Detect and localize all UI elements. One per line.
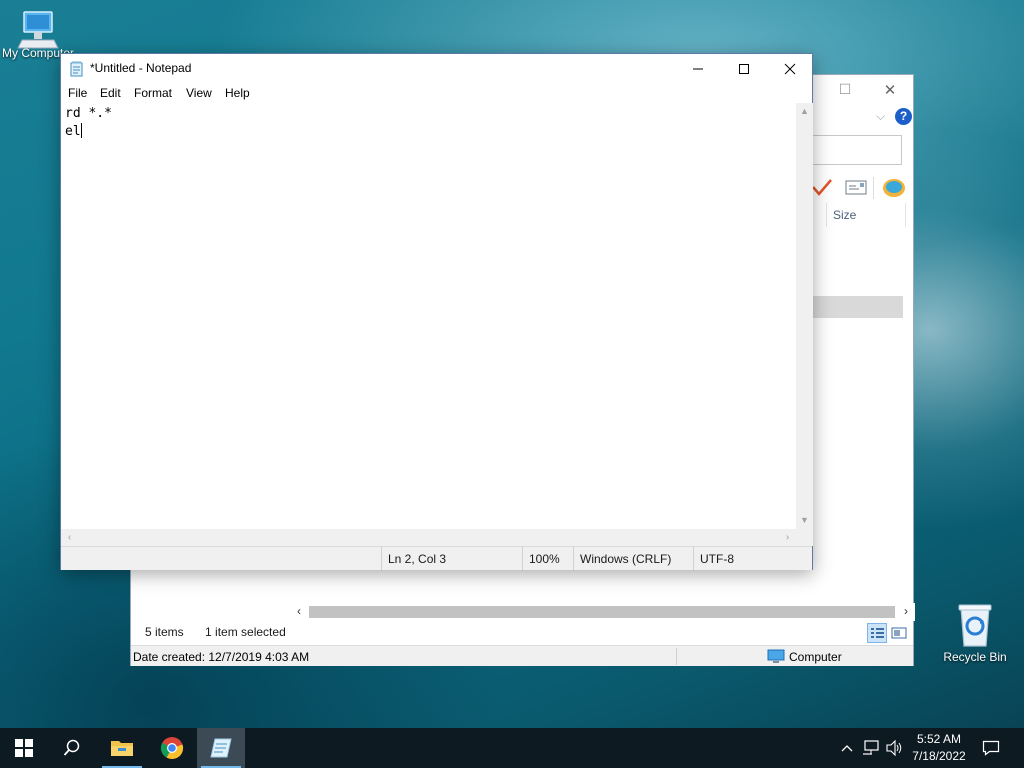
vertical-scrollbar[interactable]: ▲ ▼	[796, 103, 813, 529]
maximize-icon	[739, 64, 749, 74]
notification-icon	[982, 740, 1000, 756]
details-pane: Date created: 12/7/2019 4:03 AM Computer	[131, 645, 913, 666]
location-label: Computer	[789, 650, 842, 664]
action-center-button[interactable]	[980, 728, 1002, 768]
notepad-title-bar[interactable]: *Untitled - Notepad	[61, 54, 812, 83]
minimize-icon	[693, 68, 703, 70]
windows-start-icon	[15, 739, 33, 757]
chrome-icon	[160, 737, 184, 760]
preview-view-icon	[891, 627, 907, 639]
window-title: *Untitled - Notepad	[90, 61, 192, 75]
selection-count: 1 item selected	[205, 625, 286, 639]
preview-view-button[interactable]	[889, 623, 909, 643]
text-editor[interactable]: rd *.* el	[61, 103, 796, 529]
recycle-bin-icon	[958, 604, 992, 647]
search-button[interactable]	[48, 728, 96, 768]
scroll-left-icon[interactable]: ‹	[292, 604, 306, 618]
explorer-toolbar	[807, 175, 913, 201]
divider	[676, 648, 677, 665]
menu-edit[interactable]: Edit	[100, 86, 121, 100]
details-view-icon	[871, 628, 884, 638]
shell-icon[interactable]	[881, 177, 907, 199]
search-icon	[63, 739, 80, 756]
menu-format[interactable]: Format	[134, 86, 172, 100]
maximize-button[interactable]	[721, 54, 767, 83]
status-bar: Ln 2, Col 3 100% Windows (CRLF) UTF-8	[61, 546, 812, 570]
chevron-up-icon	[841, 745, 853, 752]
notepad-icon	[70, 61, 83, 77]
taskbar-chrome[interactable]	[148, 728, 196, 768]
taskbar-notepad[interactable]	[197, 728, 245, 768]
help-icon[interactable]: ?	[895, 108, 912, 125]
scroll-right-icon[interactable]: ›	[899, 604, 913, 618]
item-count: 5 items	[145, 625, 184, 639]
line-ending: Windows (CRLF)	[573, 547, 693, 570]
column-header-size[interactable]: Size	[826, 203, 906, 227]
taskbar: 5:52 AM 7/18/2022	[0, 728, 1024, 768]
horizontal-scrollbar[interactable]: ‹ ›	[61, 529, 796, 546]
menu-bar: File Edit Format View Help	[61, 83, 812, 103]
clock-date: 7/18/2022	[912, 749, 966, 763]
location-computer: Computer	[767, 649, 842, 667]
notepad-window: *Untitled - Notepad File Edit Format Vie…	[60, 53, 813, 570]
horizontal-scrollbar[interactable]: ‹ ›	[291, 603, 915, 621]
menu-view[interactable]: View	[186, 86, 212, 100]
text-caret	[80, 123, 82, 138]
taskbar-file-explorer[interactable]	[98, 728, 146, 768]
zoom-level: 100%	[522, 547, 573, 570]
desktop-icon-label: Recycle Bin	[943, 650, 1007, 664]
menu-help[interactable]: Help	[225, 86, 250, 100]
start-button[interactable]	[0, 728, 48, 768]
chevron-down-icon[interactable]: ⌵	[876, 109, 885, 124]
checkmark-icon[interactable]	[811, 177, 833, 197]
text-line: rd *.*	[65, 106, 112, 121]
scroll-up-icon[interactable]: ▲	[796, 103, 813, 120]
close-button[interactable]	[767, 54, 813, 83]
desktop-icon-recycle-bin[interactable]: Recycle Bin	[937, 602, 1013, 664]
scrollbar-thumb[interactable]	[309, 606, 895, 618]
date-created: Date created: 12/7/2019 4:03 AM	[133, 650, 310, 664]
clock[interactable]: 5:52 AM 7/18/2022	[900, 731, 978, 765]
computer-icon	[767, 649, 785, 663]
explorer-status-bar: 5 items 1 item selected	[145, 625, 304, 639]
scroll-right-icon[interactable]: ›	[779, 529, 796, 546]
network-button[interactable]	[860, 728, 882, 768]
details-view-button[interactable]	[867, 623, 887, 643]
notepad-icon	[210, 738, 232, 758]
clock-time: 5:52 AM	[916, 732, 962, 746]
scroll-down-icon[interactable]: ▼	[796, 512, 813, 529]
menu-file[interactable]: File	[68, 86, 87, 100]
maximize-icon[interactable]: ☐	[831, 81, 859, 99]
encoding: UTF-8	[693, 547, 813, 570]
minimize-button[interactable]	[675, 54, 721, 83]
scroll-left-icon[interactable]: ‹	[61, 529, 78, 546]
text-line-with-caret: el	[65, 123, 792, 141]
cursor-position: Ln 2, Col 3	[381, 547, 522, 570]
text-line: el	[65, 124, 81, 139]
tray-overflow-button[interactable]	[838, 728, 856, 768]
close-icon	[784, 63, 796, 75]
email-icon[interactable]	[844, 177, 868, 197]
scrollbar-corner	[796, 529, 813, 546]
network-icon	[863, 740, 879, 755]
view-switcher	[867, 623, 911, 643]
folder-icon	[111, 741, 133, 756]
close-icon[interactable]: ✕	[876, 81, 904, 99]
